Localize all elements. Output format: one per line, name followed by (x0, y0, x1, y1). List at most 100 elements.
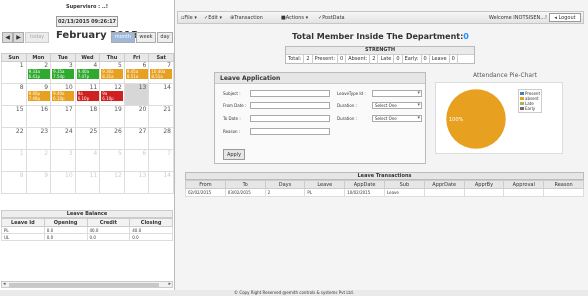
weekday-mon: Mon (25, 53, 52, 62)
calendar-day-cell[interactable]: 1 (1, 149, 27, 172)
calendar-day-cell[interactable]: 15 (1, 105, 27, 128)
menu-edit[interactable]: ✓Edit ▾ (204, 15, 222, 21)
apply-button[interactable]: Apply (223, 149, 245, 160)
week-view-button[interactable]: week (136, 32, 156, 43)
tx-col-leave[interactable]: Leave (304, 180, 346, 189)
calendar-day-cell[interactable]: 20 (123, 105, 150, 128)
menu-actions[interactable]: ■Actions ▾ (281, 15, 308, 21)
calendar-event[interactable]: 8.51a (150, 74, 173, 79)
calendar-event[interactable]: 6.10p (52, 96, 75, 101)
calendar-day-cell[interactable]: 21 (148, 105, 174, 128)
tx-col-apprby[interactable]: ApprBy (463, 180, 505, 189)
table-cell: UL (1, 233, 45, 241)
calendar-event[interactable]: 7.47p (76, 74, 99, 79)
prev-month-button[interactable]: ◀ (2, 32, 13, 43)
calendar-event[interactable]: 6.10p (76, 96, 99, 101)
calendar-day-cell[interactable]: 8 (1, 171, 27, 194)
calendar-day-cell[interactable]: 17 (50, 105, 76, 128)
calendar-day-cell[interactable]: 4 9.40a 7.47p (74, 61, 101, 84)
menu-postdata[interactable]: ✓PostData (318, 15, 345, 21)
tx-col-appdate[interactable]: AppDate (344, 180, 385, 189)
calendar-day-cell[interactable]: 12 9a 6.10p (99, 83, 125, 106)
calendar-day-cell[interactable]: 10 (50, 171, 76, 194)
calendar-day-cell[interactable]: 2 (25, 149, 52, 172)
calendar-day-number: 5 (117, 150, 122, 157)
calendar-day-cell[interactable]: 23 (25, 127, 52, 150)
calendar-day-cell[interactable]: 7 (148, 149, 174, 172)
scrollbar-thumb[interactable] (9, 283, 159, 287)
calendar-day-cell[interactable]: 1 (1, 61, 27, 84)
tx-col-days[interactable]: Days (264, 180, 306, 189)
calendar-day-cell[interactable]: 18 (74, 105, 101, 128)
calendar-day-cell[interactable]: 7 10.40a 8.51a (148, 61, 174, 84)
calendar-day-cell[interactable]: 2 9.33a 6.41p (25, 61, 52, 84)
calendar-week-row: 1 2 3 4 5 6 7 (1, 149, 174, 172)
calendar-day-cell[interactable]: 11 (74, 171, 101, 194)
calendar-day-cell[interactable]: 12 (99, 171, 125, 194)
next-month-button[interactable]: ▶ (13, 32, 24, 43)
calendar-day-cell[interactable]: 6 (123, 149, 150, 172)
calendar-day-cell[interactable]: 4 (74, 149, 101, 172)
calendar-day-cell[interactable]: 6 9.45a 8.51a (123, 61, 150, 84)
logout-button[interactable]: ◂ Logout (549, 13, 581, 22)
calendar-day-cell[interactable]: 27 (123, 127, 150, 150)
reason-input[interactable] (250, 128, 330, 135)
calendar-day-cell[interactable]: 3 9.35a 7.54p (50, 61, 76, 84)
calendar-day-cell[interactable]: 22 (1, 127, 27, 150)
calendar-event[interactable]: 6.10p (101, 96, 124, 101)
early-label: Early: (403, 55, 422, 64)
duration-select[interactable]: Select One (372, 102, 422, 109)
table-cell: 10/02/2015 (344, 188, 385, 197)
calendar-day-number: 24 (65, 128, 73, 135)
tx-col-approval[interactable]: Approval (503, 180, 545, 189)
calendar-day-cell[interactable]: 14 (148, 83, 174, 106)
menu-file[interactable]: ▫File ▾ (181, 15, 197, 21)
calendar-day-cell[interactable]: 25 (74, 127, 101, 150)
horizontal-scrollbar[interactable]: ◂ ▸ (1, 281, 173, 288)
calendar-day-number: 23 (40, 128, 49, 135)
calendar-day-cell[interactable]: 28 (148, 127, 174, 150)
calendar-event[interactable]: 6.41p (27, 74, 50, 79)
calendar-day-cell[interactable]: 3 (50, 149, 76, 172)
calendar-day-cell[interactable]: 9 (25, 171, 52, 194)
tx-col-to[interactable]: To (224, 180, 266, 189)
calendar-day-cell[interactable]: 26 (99, 127, 125, 150)
calendar-day-cell[interactable]: 19 (99, 105, 125, 128)
calendar-day-number: 21 (163, 106, 171, 113)
calendar-day-cell[interactable]: 13 (123, 83, 150, 106)
tx-col-sub[interactable]: Sub (383, 180, 425, 189)
scroll-left-icon[interactable]: ◂ (3, 281, 6, 287)
calendar-day-cell[interactable]: 14 (148, 171, 174, 194)
calendar-day-cell[interactable]: 5 9.30a 8.31a (99, 61, 125, 84)
leavetype-select[interactable] (372, 90, 422, 97)
calendar-day-cell[interactable]: 24 (50, 127, 76, 150)
menu-transaction[interactable]: ⊕Transaction (230, 15, 263, 21)
month-view-button[interactable]: month (111, 32, 135, 43)
calendar-day-number: 1 (19, 62, 24, 69)
today-button[interactable]: today (25, 32, 49, 43)
calendar-day-cell[interactable]: 13 (123, 171, 150, 194)
subject-input[interactable] (250, 90, 330, 97)
calendar-day-cell[interactable]: 10 9.40a 6.10p (50, 83, 76, 106)
calendar-event[interactable]: 7.49p (27, 96, 50, 101)
table-row[interactable]: 02/02/2015 03/02/2015 2 PL 10/02/2015 Le… (185, 188, 584, 197)
calendar-day-cell[interactable]: 8 (1, 83, 27, 106)
calendar-day-cell[interactable]: 5 (99, 149, 125, 172)
calendar-day-cell[interactable]: 16 (25, 105, 52, 128)
calendar-day-cell[interactable]: 9 9.40p 7.49p (25, 83, 52, 106)
table-cell (463, 188, 505, 197)
leavetype-label: LeaveType Id : (337, 91, 366, 96)
to-date-input[interactable] (250, 115, 330, 122)
calendar-event[interactable]: 7.54p (52, 74, 75, 79)
calendar-day-number: 28 (163, 128, 171, 135)
calendar-event[interactable]: 8.31a (101, 74, 124, 79)
calendar-event[interactable]: 8.51a (125, 74, 148, 79)
day-view-button[interactable]: day (157, 32, 173, 43)
from-date-input[interactable] (250, 102, 330, 109)
tx-col-from[interactable]: From (185, 180, 226, 189)
scroll-right-icon[interactable]: ▸ (168, 281, 171, 287)
tx-col-reason[interactable]: Reason (543, 180, 584, 189)
calendar-day-cell[interactable]: 11 9a 6.10p (74, 83, 101, 106)
tx-col-apprdate[interactable]: ApprDate (423, 180, 465, 189)
duration2-select[interactable]: Select One (372, 115, 422, 122)
